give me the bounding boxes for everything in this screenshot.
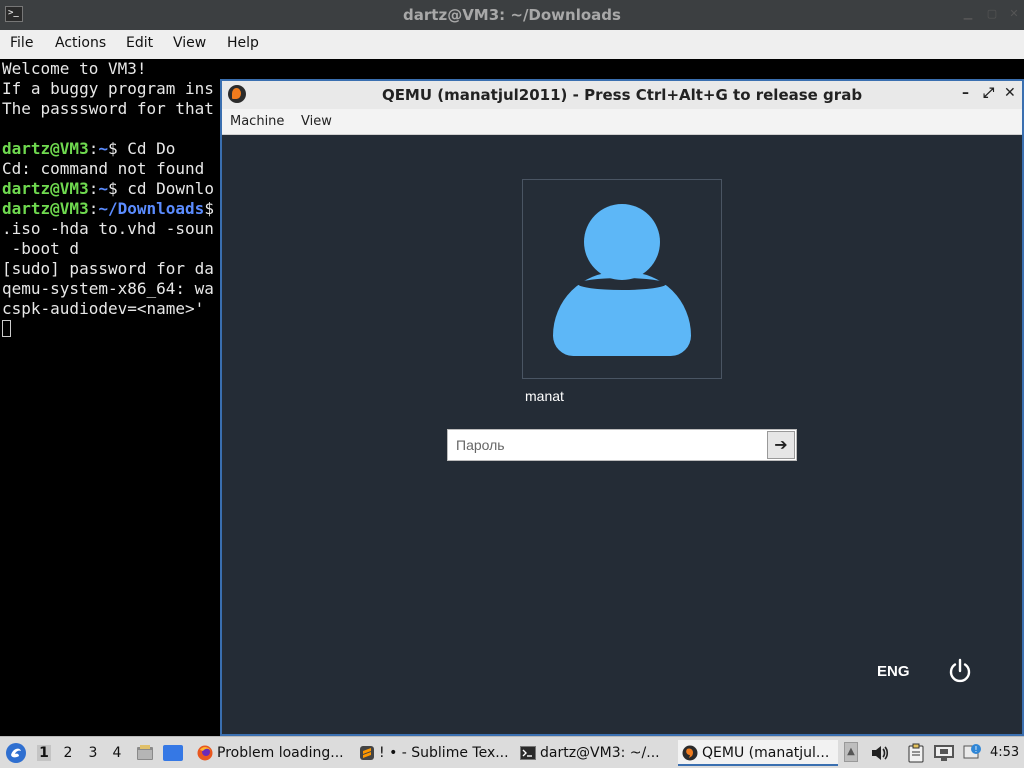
qemu-titlebar[interactable]: QEMU (manatjul2011) - Press Ctrl+Alt+G t… xyxy=(222,81,1022,109)
workspace-1[interactable]: 1 xyxy=(37,745,51,761)
terminal-text: cspk-audiodev=<name>' xyxy=(2,299,205,318)
terminal-line: dartz@VM3:~$ cd Downlo xyxy=(2,179,222,199)
clipboard-icon[interactable] xyxy=(906,743,926,763)
terminal-line: dartz@VM3:~/Downloads$ xyxy=(2,199,222,219)
terminal-line: The passsword for that xyxy=(2,99,222,119)
terminal-titlebar[interactable]: >_ dartz@VM3: ~/Downloads ▁ ▢ ✕ xyxy=(0,0,1024,30)
file-manager-icon[interactable] xyxy=(135,743,155,763)
language-indicator[interactable]: ENG xyxy=(877,663,910,680)
clock[interactable]: 4:53 xyxy=(990,745,1019,760)
terminal-text: Cd: command not found xyxy=(2,159,205,178)
terminal-line: .iso -hda to.vhd -soun xyxy=(2,219,222,239)
terminal-line: qemu-system-x86_64: wa xyxy=(2,279,222,299)
terminal-cursor xyxy=(2,320,11,337)
qemu-maximize-icon[interactable]: ⤢ xyxy=(983,85,994,101)
terminal-line: If a buggy program ins xyxy=(2,79,222,99)
task-label: QEMU (manatjul... xyxy=(702,745,830,761)
menu-file[interactable]: File xyxy=(10,35,33,51)
terminal-text: .iso -hda to.vhd -soun xyxy=(2,219,214,238)
close-icon[interactable]: ✕ xyxy=(1008,8,1020,20)
task-qemu[interactable]: QEMU (manatjul... xyxy=(678,740,838,766)
menu-help[interactable]: Help xyxy=(227,35,259,51)
prompt-path: ~ xyxy=(98,179,108,198)
terminal-line: Cd: command not found xyxy=(2,159,222,179)
taskbar: 1 2 3 4 Problem loading... ! • - Sublime… xyxy=(0,736,1024,768)
menu-view[interactable]: View xyxy=(173,35,206,51)
update-notifier-icon[interactable]: ! xyxy=(962,743,982,763)
sublime-icon xyxy=(360,746,374,760)
workspace-2[interactable]: 2 xyxy=(61,745,75,761)
task-sublime[interactable]: ! • - Sublime Tex... xyxy=(355,740,510,766)
terminal-menubar: File Actions Edit View Help xyxy=(0,30,1024,59)
terminal-line: Welcome to VM3! xyxy=(2,59,222,79)
terminal-text: -boot d xyxy=(2,239,80,258)
terminal-text: The passsword for that xyxy=(2,99,214,118)
terminal-text: [sudo] password for da xyxy=(2,259,214,278)
prompt-user: dartz@VM3 xyxy=(2,199,89,218)
prompt-user: dartz@VM3 xyxy=(2,179,89,198)
task-terminal[interactable]: dartz@VM3: ~/... xyxy=(516,740,674,766)
prompt-symbol: $ xyxy=(107,179,128,198)
qemu-menubar: Machine View xyxy=(222,109,1022,135)
terminal-text: Cd Do xyxy=(127,139,176,158)
qemu-minimize-icon[interactable]: – xyxy=(962,85,969,101)
maximize-icon[interactable]: ▢ xyxy=(986,8,998,20)
svg-text:!: ! xyxy=(974,745,977,754)
menu-edit[interactable]: Edit xyxy=(126,35,153,51)
qemu-window: QEMU (manatjul2011) - Press Ctrl+Alt+G t… xyxy=(220,79,1024,736)
prompt-user: dartz@VM3 xyxy=(2,139,89,158)
terminal-line: dartz@VM3:~$ Cd Do xyxy=(2,139,222,159)
password-box: ➔ xyxy=(447,429,797,461)
prompt-symbol: $ xyxy=(107,139,128,158)
username-label: manat xyxy=(525,388,564,404)
network-icon[interactable] xyxy=(932,743,956,763)
volume-icon[interactable] xyxy=(870,744,890,762)
terminal-output[interactable]: Welcome to VM3! If a buggy program ins The… xyxy=(0,59,222,736)
terminal-text: qemu-system-x86_64: wa xyxy=(2,279,214,298)
avatar-head-shape xyxy=(584,204,660,280)
submit-arrow-button[interactable]: ➔ xyxy=(767,431,795,459)
password-input[interactable] xyxy=(448,430,766,460)
power-icon[interactable] xyxy=(947,658,973,684)
qemu-menu-machine[interactable]: Machine xyxy=(230,114,284,129)
prompt-path: ~/Downloads xyxy=(98,199,205,218)
minimize-icon[interactable]: ▁ xyxy=(962,8,974,20)
workspace-4[interactable]: 4 xyxy=(110,745,124,761)
workspace-3[interactable]: 3 xyxy=(86,745,100,761)
task-firefox[interactable]: Problem loading... xyxy=(193,740,351,766)
prompt-symbol: $ xyxy=(204,199,214,218)
tray-scroll-up-icon[interactable]: ▲ xyxy=(844,742,858,762)
terminal-title: dartz@VM3: ~/Downloads xyxy=(403,6,621,24)
task-label: ! • - Sublime Tex... xyxy=(379,745,509,761)
terminal-icon xyxy=(520,746,536,760)
qemu-close-icon[interactable]: ✕ xyxy=(1004,85,1016,101)
prompt-separator: : xyxy=(88,139,99,158)
qemu-title: QEMU (manatjul2011) - Press Ctrl+Alt+G t… xyxy=(381,86,863,104)
prompt-separator: : xyxy=(88,199,99,218)
prompt-separator: : xyxy=(88,179,99,198)
terminal-line xyxy=(2,119,222,139)
task-label: dartz@VM3: ~/... xyxy=(540,745,660,761)
task-label: Problem loading... xyxy=(217,745,344,761)
terminal-text: Welcome to VM3! xyxy=(2,59,147,78)
terminal-line: cspk-audiodev=<name>' xyxy=(2,299,222,319)
start-menu-icon[interactable] xyxy=(5,742,27,764)
firefox-icon xyxy=(197,745,213,761)
menu-actions[interactable]: Actions xyxy=(55,35,106,51)
user-avatar[interactable] xyxy=(522,179,722,379)
terminal-line: -boot d xyxy=(2,239,222,259)
qemu-menu-view[interactable]: View xyxy=(301,114,332,129)
prompt-path: ~ xyxy=(98,139,108,158)
show-desktop-icon[interactable] xyxy=(162,744,184,762)
qemu-icon xyxy=(682,745,698,761)
terminal-line: [sudo] password for da xyxy=(2,259,222,279)
terminal-text: If a buggy program ins xyxy=(2,79,214,98)
terminal-text: cd Downlo xyxy=(127,179,214,198)
